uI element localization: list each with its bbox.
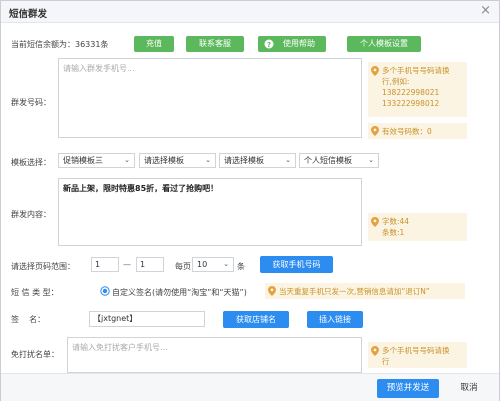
content-input[interactable]: 新品上架，限时特惠85折，看过了抢购吧！ — [58, 178, 362, 246]
balance-label: 当前短信余额为：36331条 — [11, 39, 108, 50]
template-select-4[interactable]: 个人短信模板 ⌄ — [299, 153, 379, 168]
page-from-input[interactable]: 1 — [91, 257, 119, 272]
location-pin-icon — [371, 66, 379, 76]
get-store-name-button[interactable]: 获取店铺名 — [223, 311, 289, 328]
template-settings-button[interactable]: 个人模板设置 — [347, 36, 421, 52]
preview-send-button[interactable]: 预览并发送 — [377, 379, 439, 398]
insert-link-button[interactable]: 插入链接 — [307, 311, 363, 328]
help-button[interactable]: ? 使用帮助 — [258, 36, 326, 52]
template-select-3[interactable]: 请选择模板 ⌄ — [219, 153, 296, 168]
location-pin-icon — [371, 346, 379, 356]
template-select-1[interactable]: 促销模板三 ⌄ — [58, 153, 135, 168]
tip-line-4: 133222998012 — [382, 99, 440, 108]
chevron-down-icon: ⌄ — [124, 156, 130, 164]
custom-signature-option: 自定义签名(请勿使用“淘宝”和“天猫”) — [112, 288, 247, 297]
template-select-3-value: 请选择模板 — [224, 156, 264, 165]
tip-line-2: 行,例如: — [382, 77, 410, 86]
no-disturb-input[interactable] — [67, 337, 362, 373]
balance-label-text: 当前短信余额为： — [11, 40, 75, 49]
svg-text:?: ? — [267, 41, 271, 49]
title-bar: 短信群发 × — [1, 1, 499, 23]
close-icon[interactable]: × — [480, 4, 491, 18]
per-page-value: 10 — [197, 260, 208, 269]
location-pin-icon — [371, 126, 379, 136]
per-page-label: 每页 — [175, 262, 191, 271]
location-pin-icon — [268, 286, 276, 296]
sms-type-colon: ： — [50, 288, 59, 297]
template-select-1-value: 促销模板三 — [63, 156, 103, 165]
chevron-down-icon: ⌄ — [368, 156, 374, 164]
chevron-down-icon: ⌄ — [205, 156, 211, 164]
signature-label: 签 名： — [11, 314, 45, 325]
range-dash: — — [123, 260, 131, 269]
content-label: 群发内容： — [11, 210, 51, 219]
location-pin-icon — [371, 217, 379, 227]
chevron-down-icon: ⌄ — [285, 156, 291, 164]
sms-type-label-text: 短 信 类 型 — [11, 288, 51, 297]
page-to-input[interactable]: 1 — [136, 257, 164, 272]
sms-type-warning-text: 当天重复手机只发一次,营销信息请加“退订N” — [279, 287, 430, 296]
template-select-2-value: 请选择模板 — [144, 156, 184, 165]
valid-count-tip: 有效号码数：0 — [368, 123, 467, 139]
page-range-label: 请选择页码范围： — [11, 262, 75, 271]
signature-label-text: 签 名 — [11, 315, 38, 324]
group-numbers-input[interactable] — [58, 58, 362, 138]
help-button-label: 使用帮助 — [283, 39, 315, 48]
no-disturb-tip: 多个手机号号码请换 行 — [368, 342, 467, 368]
sms-broadcast-dialog: 短信群发 × 当前短信余额为：36331条 充值 联系客服 ? 使用帮助 个人模… — [0, 0, 500, 401]
content-count-tip: 字数:44 条数:1 — [368, 213, 467, 241]
template-select-2[interactable]: 请选择模板 ⌄ — [139, 153, 216, 168]
tip-line-1: 多个手机号号码请换 — [382, 66, 450, 75]
chevron-down-icon: ⌄ — [223, 260, 229, 268]
no-disturb-tip-line-2: 行 — [382, 357, 390, 366]
contact-service-button[interactable]: 联系客服 — [186, 36, 244, 52]
per-page-select[interactable]: 10 ⌄ — [192, 257, 234, 272]
no-disturb-label: 免打扰名单： — [11, 350, 59, 359]
custom-signature-radio[interactable] — [100, 286, 110, 296]
per-page-unit: 条 — [237, 262, 245, 271]
template-label: 模板选择： — [11, 158, 51, 167]
group-numbers-tip: 多个手机号号码请换 行,例如: 138222998021 13322299801… — [368, 62, 467, 117]
tip-line-3: 138222998021 — [382, 88, 440, 97]
recharge-button[interactable]: 充值 — [134, 36, 174, 52]
char-count: 字数:44 — [382, 217, 410, 226]
valid-count: 有效号码数：0 — [382, 127, 432, 136]
sms-type-label: 短 信 类 型： — [11, 287, 59, 298]
template-select-4-value: 个人短信模板 — [304, 156, 352, 165]
no-disturb-tip-line-1: 多个手机号号码请换 — [382, 346, 450, 355]
balance-value: 36331条 — [75, 40, 109, 49]
fetch-numbers-button[interactable]: 获取手机号码 — [260, 256, 333, 273]
help-icon: ? — [264, 39, 274, 49]
signature-colon: ： — [37, 315, 46, 324]
sms-type-warning: 当天重复手机只发一次,营销信息请加“退订N” — [265, 283, 465, 299]
dialog-title: 短信群发 — [9, 9, 48, 20]
signature-input[interactable]: 【jxtgnet】 — [89, 311, 205, 327]
message-count: 条数:1 — [382, 228, 405, 237]
cancel-button[interactable]: 取消 — [447, 379, 491, 398]
group-numbers-label: 群发号码： — [11, 98, 51, 107]
